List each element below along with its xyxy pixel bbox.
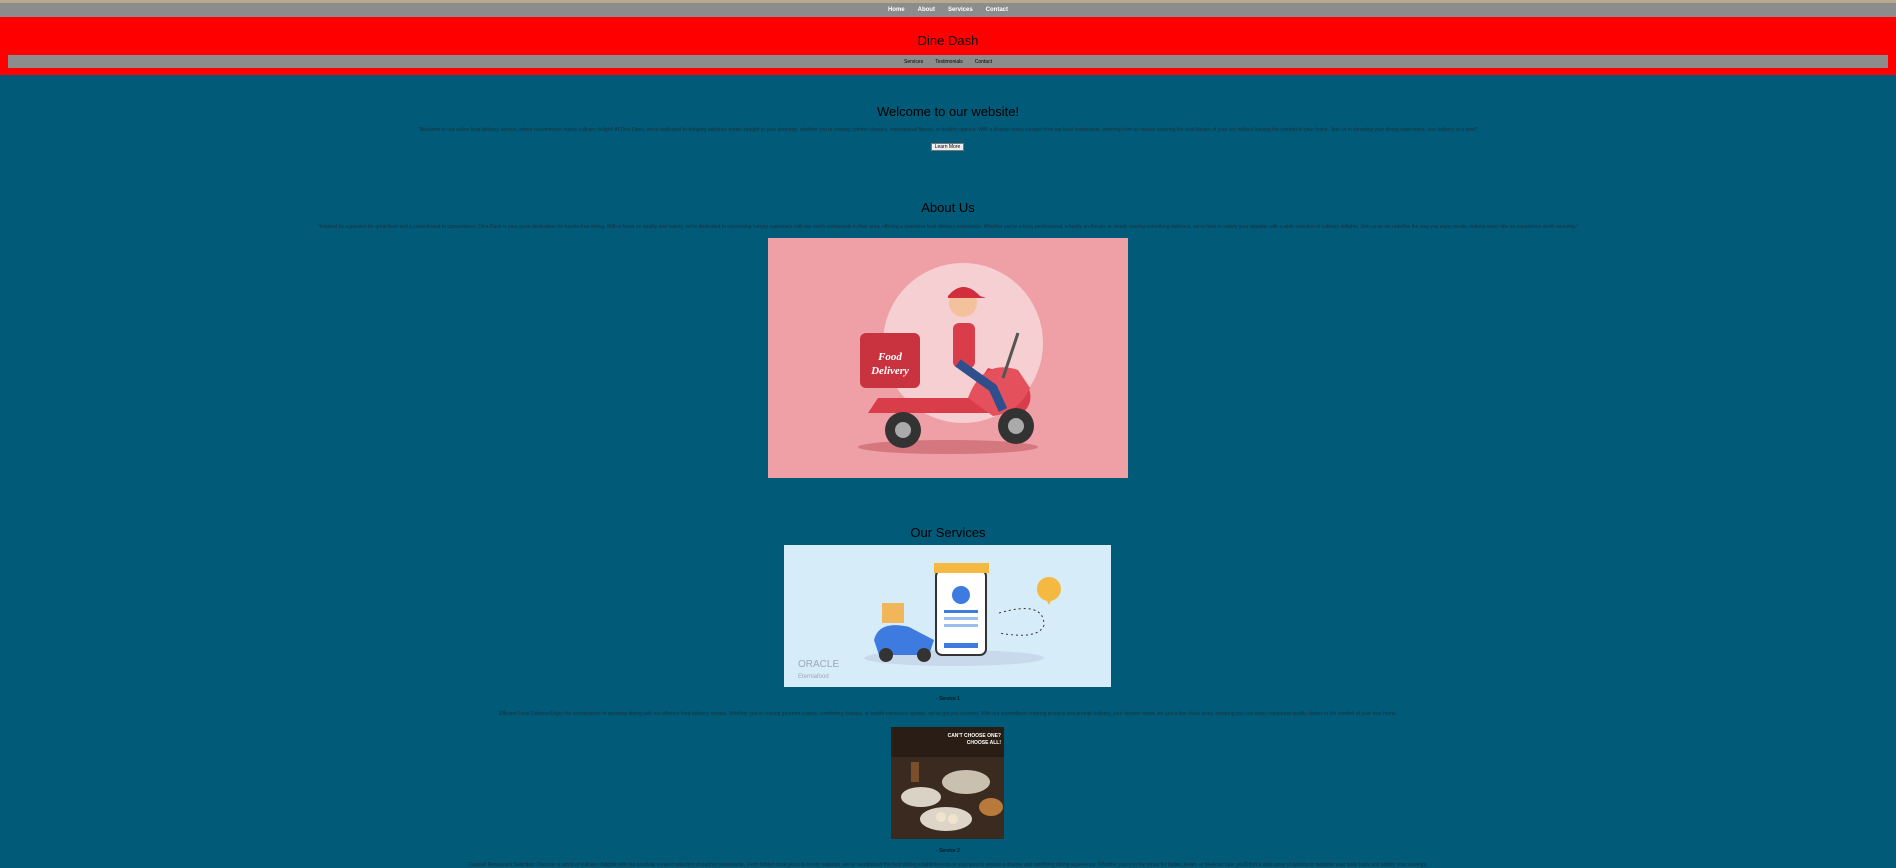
- food-delivery-scooter-image: Food Delivery: [768, 238, 1128, 478]
- header-subnav: Services Testimonials Contact: [8, 55, 1888, 68]
- welcome-heading: Welcome to our website!: [876, 104, 1020, 119]
- subnav-testimonials-link[interactable]: Testimonials: [935, 59, 963, 65]
- top-navigation: Home About Services Contact: [0, 0, 1896, 17]
- learn-more-button[interactable]: Learn More: [931, 143, 964, 151]
- about-text: "Inspired by a passion for great food an…: [317, 224, 1579, 230]
- box-text-food: Food: [877, 351, 902, 363]
- oracle-watermark-text: ORACLE: [798, 659, 839, 670]
- subnav-contact-link[interactable]: Contact: [975, 59, 992, 65]
- service-1-caption: - Service 1: [936, 696, 960, 702]
- welcome-text: "Welcome to our online food delivery ser…: [417, 127, 1479, 133]
- food-promo-line-2: CHOOSE ALL!: [967, 740, 1002, 746]
- delivery-app-illustration: ORACLE Eterniafood: [784, 545, 1111, 687]
- nav-home-link[interactable]: Home: [888, 7, 905, 13]
- delivery-app-illustration-image: ORACLE Eterniafood: [784, 545, 1111, 687]
- service-2-text: Curated Restaurant Selection: Discover a…: [468, 862, 1428, 868]
- restaurant-dishes-image: CAN'T CHOOSE ONE? CHOOSE ALL!: [891, 727, 1004, 839]
- brand-title: Dine Dash: [917, 33, 979, 48]
- restaurant-dishes-photo: CAN'T CHOOSE ONE? CHOOSE ALL!: [891, 727, 1004, 839]
- service-1-text: Efficient Food Delivery:Enjoy the conven…: [499, 711, 1397, 717]
- box-text-delivery: Delivery: [870, 365, 909, 377]
- service-2-caption: - Service 2: [936, 848, 960, 854]
- about-heading: About Us: [921, 200, 975, 215]
- nav-contact-link[interactable]: Contact: [986, 7, 1008, 13]
- eterniafood-watermark-text: Eterniafood: [798, 674, 829, 680]
- nav-services-link[interactable]: Services: [948, 7, 973, 13]
- scooter-illustration: Food Delivery: [768, 238, 1128, 478]
- nav-about-link[interactable]: About: [918, 7, 935, 13]
- subnav-services-link[interactable]: Services: [904, 59, 923, 65]
- services-heading: Our Services: [910, 525, 986, 540]
- food-promo-line-1: CAN'T CHOOSE ONE?: [948, 733, 1001, 739]
